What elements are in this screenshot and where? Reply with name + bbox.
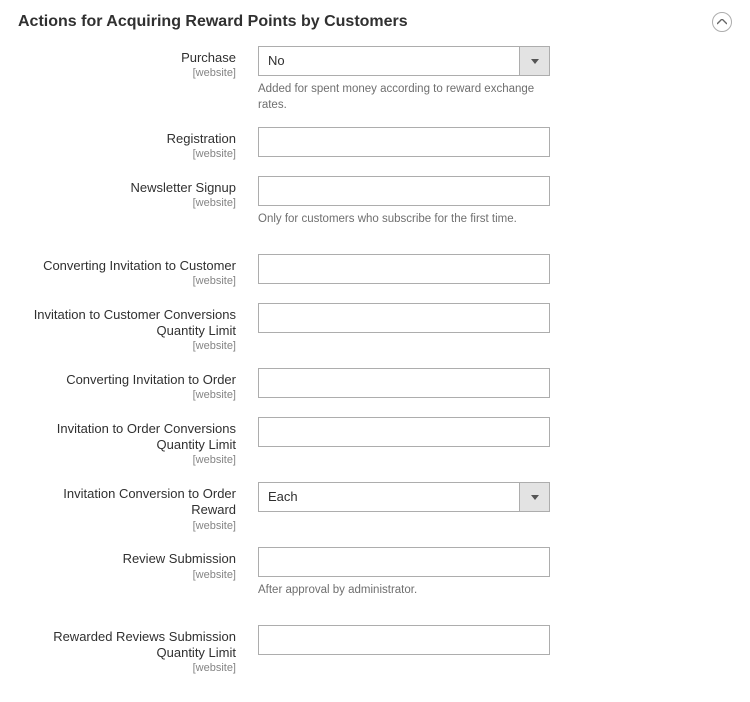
newsletter-input[interactable] [258,176,550,206]
purchase-select[interactable]: No [258,46,550,76]
label-col: Converting Invitation to Order [website] [18,368,258,403]
field-note: Only for customers who subscribe for the… [258,212,550,228]
scope-label: [website] [18,662,236,676]
field-label: Review Submission [123,551,236,566]
input-col [258,254,550,284]
input-col [258,417,550,447]
field-inv-order-reward: Invitation Conversion to Order Reward [w… [18,482,732,533]
label-col: Rewarded Reviews Submission Quantity Lim… [18,625,258,676]
label-col: Invitation to Customer Conversions Quant… [18,303,258,354]
inv-customer-limit-input[interactable] [258,303,550,333]
inv-order-reward-select[interactable]: Each [258,482,550,512]
review-input[interactable] [258,547,550,577]
config-section: Actions for Acquiring Reward Points by C… [0,0,750,702]
label-col: Invitation Conversion to Order Reward [w… [18,482,258,533]
review-limit-input[interactable] [258,625,550,655]
field-note: After approval by administrator. [258,583,550,599]
input-col [258,303,550,333]
scope-label: [website] [18,340,236,354]
field-label: Invitation to Order Conversions Quantity… [57,421,236,452]
scope-label: [website] [18,197,236,211]
scope-label: [website] [18,520,236,534]
label-col: Converting Invitation to Customer [websi… [18,254,258,289]
scope-label: [website] [18,148,236,162]
label-col: Registration [website] [18,127,258,162]
field-conv-inv-customer: Converting Invitation to Customer [websi… [18,254,732,289]
field-label: Rewarded Reviews Submission Quantity Lim… [53,629,236,660]
label-col: Invitation to Order Conversions Quantity… [18,417,258,468]
chevron-down-icon [519,483,549,511]
conv-inv-customer-input[interactable] [258,254,550,284]
inv-order-limit-input[interactable] [258,417,550,447]
field-newsletter: Newsletter Signup [website] Only for cus… [18,176,732,228]
field-registration: Registration [website] [18,127,732,162]
field-label: Invitation Conversion to Order Reward [63,486,236,517]
section-header: Actions for Acquiring Reward Points by C… [18,8,732,46]
label-col: Review Submission [website] [18,547,258,582]
scope-label: [website] [18,569,236,583]
field-label: Registration [167,131,236,146]
field-label: Newsletter Signup [131,180,237,195]
input-col [258,127,550,157]
field-purchase: Purchase [website] No Added for spent mo… [18,46,732,113]
scope-label: [website] [18,454,236,468]
field-conv-inv-order: Converting Invitation to Order [website] [18,368,732,403]
chevron-up-icon [717,19,727,25]
field-inv-customer-limit: Invitation to Customer Conversions Quant… [18,303,732,354]
select-value: No [259,47,519,75]
label-col: Newsletter Signup [website] [18,176,258,211]
field-review-limit: Rewarded Reviews Submission Quantity Lim… [18,625,732,676]
field-label: Invitation to Customer Conversions Quant… [34,307,236,338]
scope-label: [website] [18,275,236,289]
input-col: After approval by administrator. [258,547,550,599]
registration-input[interactable] [258,127,550,157]
field-label: Purchase [181,50,236,65]
select-value: Each [259,483,519,511]
field-label: Converting Invitation to Order [66,372,236,387]
input-col: No Added for spent money according to re… [258,46,550,113]
scope-label: [website] [18,67,236,81]
label-col: Purchase [website] [18,46,258,81]
field-review: Review Submission [website] After approv… [18,547,732,599]
input-col: Only for customers who subscribe for the… [258,176,550,228]
field-note: Added for spent money according to rewar… [258,82,550,113]
input-col: Each [258,482,550,512]
collapse-toggle[interactable] [712,12,732,32]
chevron-down-icon [519,47,549,75]
scope-label: [website] [18,389,236,403]
conv-inv-order-input[interactable] [258,368,550,398]
field-label: Converting Invitation to Customer [43,258,236,273]
section-title: Actions for Acquiring Reward Points by C… [18,13,408,31]
field-inv-order-limit: Invitation to Order Conversions Quantity… [18,417,732,468]
input-col [258,625,550,655]
input-col [258,368,550,398]
